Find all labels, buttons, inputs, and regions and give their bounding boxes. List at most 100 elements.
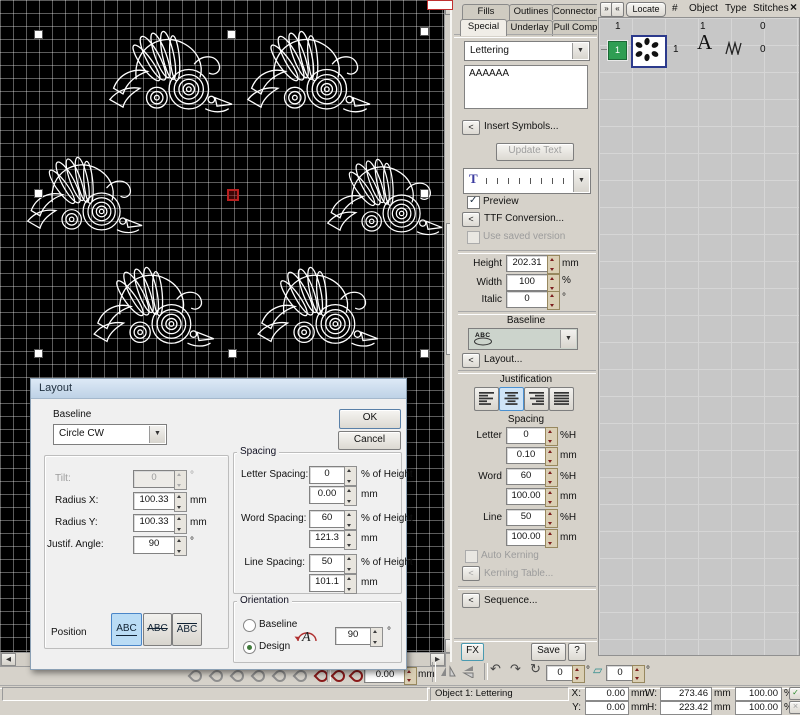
design-angle-spinner[interactable] bbox=[370, 627, 383, 647]
justify-right-button[interactable] bbox=[524, 387, 549, 411]
word-spacing-pct-spinner[interactable] bbox=[344, 510, 357, 530]
stitch-marker-icon[interactable] bbox=[188, 668, 205, 685]
word-spacing-mm-field[interactable]: 121.3 bbox=[309, 530, 345, 548]
letter-mm-field[interactable]: 0.10 bbox=[506, 447, 546, 464]
rotate-cw-icon[interactable]: ↷ bbox=[510, 663, 521, 675]
w-pct-field[interactable]: 100.00 bbox=[735, 687, 782, 701]
selection-handle[interactable] bbox=[420, 189, 429, 198]
line-spacing-pct-spinner[interactable] bbox=[344, 554, 357, 574]
auto-kerning-checkbox[interactable] bbox=[465, 550, 478, 563]
height-field[interactable]: 202.31 bbox=[506, 255, 548, 272]
radius-x-field[interactable]: 100.33 bbox=[133, 492, 175, 510]
justify-full-button[interactable] bbox=[549, 387, 574, 411]
radius-y-spinner[interactable] bbox=[174, 514, 187, 534]
h-pct-field[interactable]: 100.00 bbox=[735, 701, 782, 715]
skew-field[interactable]: 0 bbox=[606, 665, 634, 681]
tab-connectors[interactable]: Connectors bbox=[552, 4, 599, 20]
rotate-ccw-icon[interactable]: ↶ bbox=[490, 663, 501, 675]
orientation-design-radio[interactable] bbox=[243, 641, 256, 654]
justif-angle-field[interactable]: 90 bbox=[133, 536, 175, 554]
rotate-angle-field[interactable]: 0 bbox=[546, 665, 574, 681]
w-field[interactable]: 273.46 bbox=[660, 687, 712, 701]
insert-symbols-label[interactable]: Insert Symbols... bbox=[484, 121, 558, 133]
letter-pct-field[interactable]: 0 bbox=[506, 427, 546, 444]
update-text-button[interactable]: Update Text bbox=[496, 143, 574, 161]
tab-outlines[interactable]: Outlines bbox=[509, 4, 553, 20]
justify-left-button[interactable] bbox=[474, 387, 499, 411]
dropdown-arrow-icon[interactable]: ▼ bbox=[572, 43, 588, 59]
preview-checkbox[interactable] bbox=[467, 196, 480, 209]
kerning-table-chevron-button[interactable]: < bbox=[462, 566, 480, 581]
sequence-label[interactable]: Sequence... bbox=[484, 595, 537, 607]
stitch-marker-icon[interactable] bbox=[272, 668, 289, 685]
stitch-marker-red-icon[interactable] bbox=[331, 668, 348, 685]
fx-button[interactable]: FX bbox=[461, 643, 484, 661]
expand-all-button[interactable]: « bbox=[611, 2, 624, 17]
selection-handle[interactable] bbox=[34, 189, 43, 198]
selection-handle[interactable] bbox=[227, 30, 236, 39]
justif-angle-spinner[interactable] bbox=[174, 536, 187, 556]
embroidery-motif[interactable] bbox=[322, 158, 444, 246]
italic-spinner[interactable] bbox=[547, 291, 560, 310]
word-spacing-mm-spinner[interactable] bbox=[344, 530, 357, 550]
insert-symbols-chevron-button[interactable]: < bbox=[462, 120, 480, 135]
stitch-marker-red-icon[interactable] bbox=[349, 668, 366, 685]
dropdown-arrow-icon[interactable]: ▼ bbox=[573, 170, 589, 192]
embroidery-motif[interactable] bbox=[242, 30, 374, 124]
line-spacing-pct-field[interactable]: 50 bbox=[309, 554, 345, 572]
color-chip[interactable]: 1 bbox=[608, 41, 627, 60]
layout-label[interactable]: Layout... bbox=[484, 354, 522, 366]
h-field[interactable]: 223.42 bbox=[660, 701, 712, 715]
stitch-marker-icon[interactable] bbox=[293, 668, 310, 685]
mirror-horizontal-icon[interactable] bbox=[440, 665, 456, 678]
line-pct-spinner[interactable] bbox=[545, 509, 558, 528]
selection-handle[interactable] bbox=[228, 349, 237, 358]
letter-spacing-mm-spinner[interactable] bbox=[344, 486, 357, 506]
embroidery-motif[interactable] bbox=[252, 266, 382, 358]
stitch-marker-icon[interactable] bbox=[209, 668, 226, 685]
word-mm-field[interactable]: 100.00 bbox=[506, 488, 546, 505]
height-spinner[interactable] bbox=[547, 255, 560, 274]
dropdown-arrow-icon[interactable]: ▼ bbox=[149, 426, 165, 443]
justify-center-button[interactable] bbox=[499, 387, 524, 411]
word-spacing-pct-field[interactable]: 60 bbox=[309, 510, 345, 528]
line-spacing-mm-field[interactable]: 101.1 bbox=[309, 574, 345, 592]
tab-fills[interactable]: Fills bbox=[462, 4, 510, 20]
ttf-conversion-label[interactable]: TTF Conversion... bbox=[484, 213, 564, 225]
selection-handle[interactable] bbox=[420, 27, 429, 36]
layout-dialog-titlebar[interactable]: Layout bbox=[31, 379, 406, 399]
letter-pct-spinner[interactable] bbox=[545, 427, 558, 446]
line-spacing-mm-spinner[interactable] bbox=[344, 574, 357, 594]
y-field[interactable]: 0.00 bbox=[585, 701, 629, 715]
dropdown-arrow-icon[interactable]: ▼ bbox=[560, 330, 576, 348]
close-panel-icon[interactable]: × bbox=[790, 1, 797, 13]
radius-x-spinner[interactable] bbox=[174, 492, 187, 512]
rotation-center-marker[interactable] bbox=[227, 189, 239, 201]
italic-field[interactable]: 0 bbox=[506, 291, 548, 308]
selection-handle[interactable] bbox=[34, 30, 43, 39]
save-button[interactable]: Save bbox=[531, 643, 566, 661]
selection-handle[interactable] bbox=[34, 349, 43, 358]
layout-chevron-button[interactable]: < bbox=[462, 353, 480, 368]
width-field[interactable]: 100 bbox=[506, 274, 548, 291]
use-saved-version-checkbox[interactable] bbox=[467, 231, 480, 244]
stitch-marker-icon[interactable] bbox=[230, 668, 247, 685]
position-baseline-below-button[interactable]: ABC bbox=[111, 613, 142, 646]
position-baseline-above-button[interactable]: ABC bbox=[172, 613, 202, 646]
letter-spacing-pct-spinner[interactable] bbox=[344, 466, 357, 486]
line-mm-field[interactable]: 100.00 bbox=[506, 529, 546, 546]
ttf-conversion-chevron-button[interactable]: < bbox=[462, 212, 480, 227]
radius-y-field[interactable]: 100.33 bbox=[133, 514, 175, 532]
object-list[interactable]: 1 1 0 1 1 A 0 bbox=[598, 17, 800, 656]
design-angle-field[interactable]: 90 bbox=[335, 627, 371, 645]
line-mm-spinner[interactable] bbox=[545, 529, 558, 548]
word-pct-spinner[interactable] bbox=[545, 468, 558, 487]
word-mm-spinner[interactable] bbox=[545, 488, 558, 507]
locate-button[interactable]: Locate bbox=[626, 2, 666, 17]
lettering-text-input[interactable]: AAAAAA bbox=[464, 65, 588, 109]
letter-mm-spinner[interactable] bbox=[545, 447, 558, 466]
cancel-button[interactable]: Cancel bbox=[338, 431, 401, 450]
x-field[interactable]: 0.00 bbox=[585, 687, 629, 701]
stitch-marker-icon[interactable] bbox=[251, 668, 268, 685]
selection-handle[interactable] bbox=[420, 349, 429, 358]
